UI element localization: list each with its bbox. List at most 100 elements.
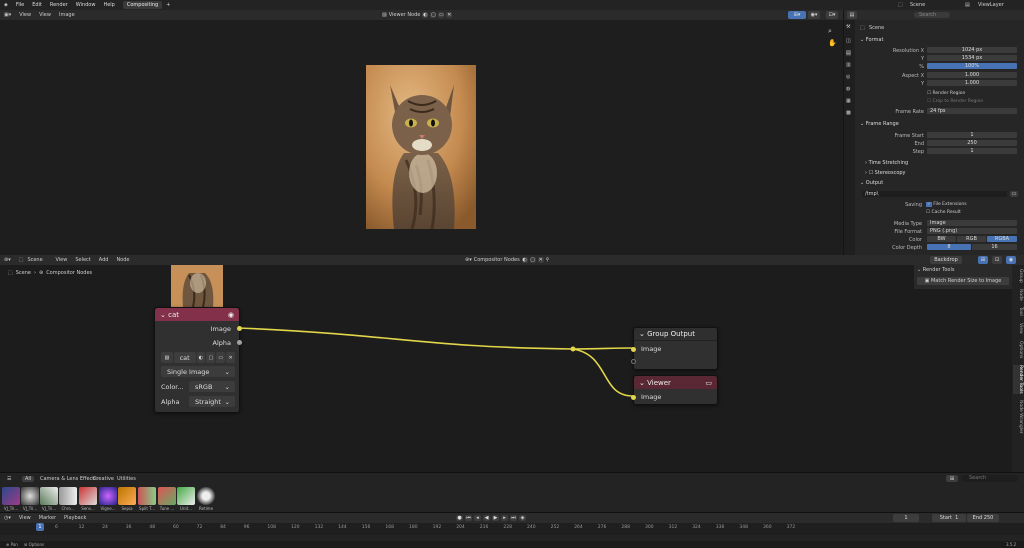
collapse-chevron-icon[interactable]: ⌄ <box>639 379 645 387</box>
output-alpha-socket[interactable] <box>237 340 242 345</box>
world-tab-icon[interactable]: ◍ <box>846 86 850 92</box>
jump-start-icon[interactable]: ⏮ <box>465 515 472 521</box>
color-bw-option[interactable]: BW <box>927 236 956 242</box>
file-extensions-checkbox[interactable]: ✓ File Extensions <box>926 202 967 207</box>
viewer-node[interactable]: ⌄ Viewer ▭ Image <box>631 375 718 405</box>
end-frame-field[interactable]: End 250 <box>967 514 999 522</box>
group-output-empty-socket[interactable] <box>631 359 636 364</box>
image-source-dropdown[interactable]: Single Image ⌄ <box>161 366 235 377</box>
asset-thumb-8[interactable] <box>138 487 156 505</box>
scene-tab-icon[interactable]: ◎ <box>846 74 850 80</box>
viewer-menu-image[interactable]: Image <box>55 12 79 18</box>
resolution-percent-field[interactable]: 100% <box>927 63 1017 69</box>
menu-edit[interactable]: Edit <box>28 2 46 8</box>
scene-selector[interactable]: Scene <box>910 2 925 8</box>
viewer-monitor-icon[interactable]: ▭ <box>705 379 712 387</box>
asset-tab-camera[interactable]: Camera & Lens Effects <box>40 476 97 482</box>
open-image-icon[interactable]: ▭ <box>438 12 445 18</box>
cache-result-checkbox[interactable]: ☐ Cache Result <box>926 210 961 215</box>
timeline-ruler[interactable]: 1 6 12 24 36 48 60 72 84 96 108 120 132 144 156 168 180 1… <box>0 523 1024 535</box>
menu-file[interactable]: File <box>12 2 28 8</box>
play-reverse-icon[interactable]: ◀ <box>483 515 490 521</box>
menu-window[interactable]: Window <box>72 2 100 8</box>
frame-rate-dropdown[interactable]: 24 fps <box>927 108 1017 114</box>
asset-browser[interactable]: ☰ All Camera & Lens Effects Creative Uti… <box>0 472 1024 512</box>
asset-thumb-4[interactable] <box>59 487 77 505</box>
resolution-y-field[interactable]: 1534 px <box>927 55 1017 61</box>
viewer-menu-view-1[interactable]: View <box>15 12 35 18</box>
prev-key-icon[interactable]: ◂ <box>474 515 481 521</box>
menu-render[interactable]: Render <box>46 2 72 8</box>
asset-thumb-5[interactable] <box>79 487 97 505</box>
gizmo-toggle[interactable]: ⊡▾ <box>826 11 838 19</box>
timeline-menu-playback[interactable]: Playback <box>60 515 90 521</box>
stereoscopy-section[interactable]: › ☐ Stereoscopy <box>865 170 906 176</box>
asset-tab-all[interactable]: All <box>22 476 35 482</box>
playhead[interactable]: 1 <box>36 523 44 531</box>
add-workspace-button[interactable]: + <box>162 2 174 8</box>
media-type-dropdown[interactable]: Image <box>927 220 1017 226</box>
viewer-node-header[interactable]: ⌄ Viewer ▭ <box>634 376 717 389</box>
render-region-checkbox[interactable]: ☐ Render Region <box>927 91 965 96</box>
image-browse-icon[interactable]: ▨ <box>161 352 173 363</box>
file-format-dropdown[interactable]: PNG (.png) <box>927 228 1017 234</box>
asset-thumb-9[interactable] <box>158 487 176 505</box>
output-image-socket[interactable] <box>237 326 242 331</box>
properties-panel[interactable]: ▤ Search ⚒ ◫ ▤ ▥ ◎ ◍ ▦ ▩ ⬚ Scene ⌄ Forma… <box>843 10 1024 255</box>
texture-tab-icon[interactable]: ▩ <box>846 110 851 116</box>
asset-thumb-retime[interactable] <box>197 487 215 505</box>
image-node-header[interactable]: ⌄ cat ◉ <box>155 308 239 321</box>
aspect-x-field[interactable]: 1.000 <box>927 72 1017 78</box>
frame-start-field[interactable]: 1 <box>927 132 1017 138</box>
view-layer-selector[interactable]: ViewLayer <box>978 2 1004 8</box>
frame-end-field[interactable]: 250 <box>927 140 1017 146</box>
jump-end-icon[interactable]: ⏭ <box>510 515 517 521</box>
collapse-chevron-icon[interactable]: ⌄ <box>639 330 645 338</box>
group-output-image-socket[interactable] <box>631 347 636 352</box>
color-rgba-option[interactable]: RGBA <box>987 236 1017 242</box>
node-editor[interactable]: ⊛▾ ⬚ Scene View Select Add Node ⊛▾ Compo… <box>0 255 1024 472</box>
viewer-image-socket[interactable] <box>631 395 636 400</box>
keying-icon[interactable]: ◈ <box>519 515 526 521</box>
fake-user-icon[interactable]: ◐ <box>422 12 429 18</box>
output-tab-icon[interactable]: ▤ <box>846 50 851 56</box>
asset-thumb-3[interactable] <box>40 487 58 505</box>
overlay-toggle[interactable]: ⊞▾ <box>788 11 806 19</box>
asset-tab-creative[interactable]: Creative <box>93 476 114 482</box>
next-key-icon[interactable]: ▸ <box>501 515 508 521</box>
zoom-icon[interactable]: ⌕ <box>828 27 832 36</box>
asset-filter-icon[interactable]: ⊞ <box>946 475 958 482</box>
group-output-header[interactable]: ⌄ Group Output <box>634 328 717 341</box>
image-node[interactable]: ⌄ cat ◉ Image Alpha ▨ cat ◐ ▢ ▭ ✕ Single… <box>154 307 242 413</box>
image-open-icon[interactable]: ▭ <box>216 352 226 363</box>
collapse-chevron-icon[interactable]: ⌄ <box>160 311 166 319</box>
view-layer-tab-icon[interactable]: ▥ <box>846 62 851 68</box>
blender-logo-icon[interactable]: ◈ <box>0 2 12 8</box>
tool-tab-icon[interactable]: ⚒ <box>846 24 850 30</box>
editor-type-icon[interactable]: ▣▾ <box>0 12 15 18</box>
viewer-node-selector[interactable]: ▨ Viewer Node ◐ ▢ ▭ ✕ <box>382 12 453 18</box>
image-new-icon[interactable]: ▢ <box>206 352 216 363</box>
render-tab-icon[interactable]: ◫ <box>846 38 851 44</box>
asset-editor-icon[interactable]: ☰ <box>7 476 11 482</box>
collection-tab-icon[interactable]: ▦ <box>846 98 851 104</box>
color-depth-8-option[interactable]: 8 <box>927 244 971 250</box>
asset-thumb-10[interactable] <box>177 487 195 505</box>
group-output-node[interactable]: ⌄ Group Output Image <box>631 327 718 370</box>
asset-thumb-2[interactable] <box>21 487 39 505</box>
image-datablock-selector[interactable]: ▨ cat ◐ ▢ ▭ ✕ <box>161 352 236 363</box>
output-path-field[interactable]: /tmp\ <box>862 191 1007 197</box>
image-viewer[interactable]: ▣▾ View View Image ▨ Viewer Node ◐ ▢ ▭ ✕… <box>0 10 843 255</box>
play-icon[interactable]: ▶ <box>492 515 499 521</box>
colorspace-dropdown[interactable]: sRGB ⌄ <box>189 381 235 392</box>
image-name-field[interactable]: cat <box>173 352 196 363</box>
resolution-x-field[interactable]: 1024 px <box>927 47 1017 53</box>
workspace-tab-compositing[interactable]: Compositing <box>122 1 163 9</box>
unlink-icon[interactable]: ✕ <box>446 12 453 18</box>
color-rgb-option[interactable]: RGB <box>957 236 986 242</box>
aspect-y-field[interactable]: 1.000 <box>927 80 1017 86</box>
properties-search-input[interactable]: Search <box>914 12 950 18</box>
asset-thumb-7[interactable] <box>118 487 136 505</box>
alpha-mode-dropdown[interactable]: Straight ⌄ <box>189 396 235 407</box>
format-section[interactable]: ⌄ Format <box>860 37 883 43</box>
